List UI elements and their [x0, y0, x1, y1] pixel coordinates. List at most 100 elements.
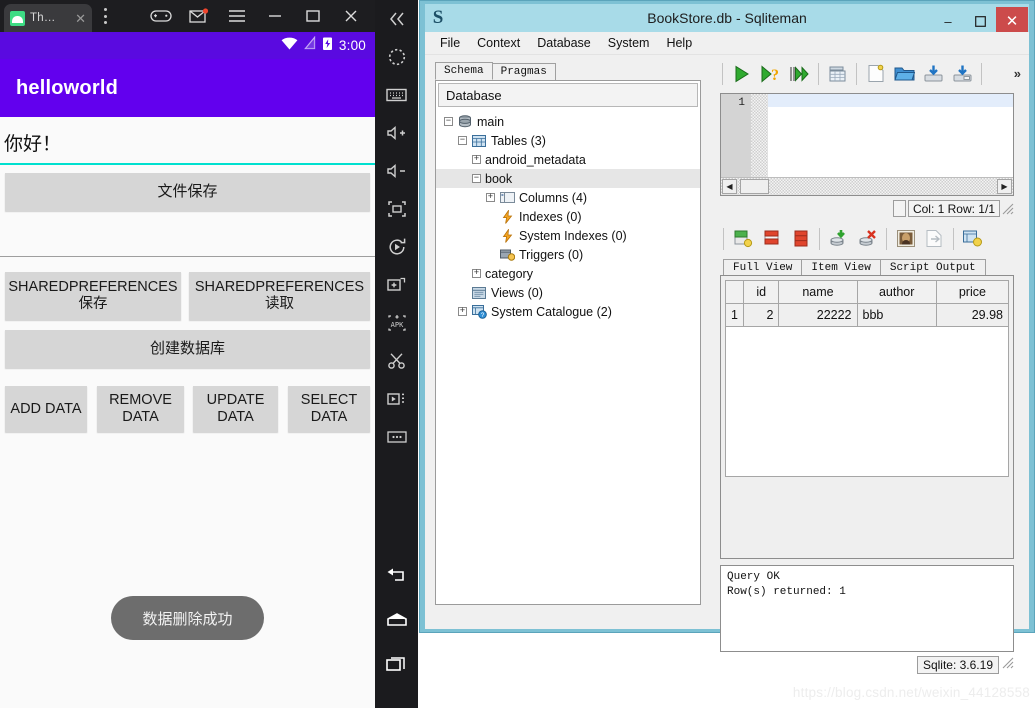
power-icon[interactable]	[375, 38, 418, 76]
file-save-button[interactable]: 文件保存	[5, 173, 370, 211]
column-header-price[interactable]: price	[935, 280, 1010, 304]
expander-icon[interactable]: +	[486, 193, 495, 202]
menu-file[interactable]: File	[432, 34, 468, 52]
column-header-id[interactable]: id	[742, 280, 780, 304]
insert-row-icon[interactable]	[729, 225, 756, 252]
remove-data-button[interactable]: REMOVE DATA	[97, 386, 184, 432]
update-data-button[interactable]: UPDATE DATA	[193, 386, 278, 432]
tree-item-android-metadata[interactable]: + android_metadata	[436, 150, 700, 169]
delete-row-icon[interactable]	[758, 225, 785, 252]
tree-item-main[interactable]: − main	[436, 112, 700, 131]
gamepad-icon[interactable]	[142, 0, 180, 32]
column-header-name[interactable]: name	[778, 280, 858, 304]
cell-price[interactable]: 29.98	[935, 303, 1010, 327]
tab-pragmas[interactable]: Pragmas	[491, 63, 556, 80]
tab-full-view[interactable]: Full View	[723, 259, 803, 276]
column-header-author[interactable]: author	[856, 280, 937, 304]
expander-icon[interactable]: +	[458, 307, 467, 316]
resize-grip-icon[interactable]	[1002, 202, 1014, 215]
export-data-icon[interactable]	[921, 225, 948, 252]
tree-item-book[interactable]: − book	[436, 169, 700, 188]
add-data-button[interactable]: ADD DATA	[5, 386, 87, 432]
scissors-icon[interactable]	[375, 342, 418, 380]
tree-item-views[interactable]: Views (0)	[436, 283, 700, 302]
volume-down-icon[interactable]	[375, 152, 418, 190]
expander-icon[interactable]: −	[472, 174, 481, 183]
emulator-tab[interactable]: Th… ✕	[4, 4, 92, 32]
cell-name[interactable]: 22222	[778, 303, 858, 327]
scroll-left-arrow[interactable]: ◀	[722, 179, 737, 194]
sql-editor[interactable]: 1 ◀ ▶	[720, 93, 1014, 196]
expander-icon[interactable]: +	[472, 269, 481, 278]
describe-table-icon[interactable]	[959, 225, 986, 252]
close-button[interactable]: ✕	[996, 7, 1028, 35]
expander-icon[interactable]: −	[458, 136, 467, 145]
tree-item-system-indexes[interactable]: System Indexes (0)	[436, 226, 700, 245]
tree-item-triggers[interactable]: Triggers (0)	[436, 245, 700, 264]
resize-grip-icon[interactable]	[1002, 656, 1014, 674]
tree-item-indexes[interactable]: Indexes (0)	[436, 207, 700, 226]
tree-item-category[interactable]: + category	[436, 264, 700, 283]
grid-corner[interactable]	[725, 280, 744, 304]
tab-schema[interactable]: Schema	[435, 62, 493, 80]
scroll-right-arrow[interactable]: ▶	[997, 179, 1012, 194]
result-grid[interactable]: id name author price 1 2 22222 bbb 29.98	[720, 275, 1014, 559]
tree-item-tables[interactable]: − Tables (3)	[436, 131, 700, 150]
create-table-icon[interactable]	[824, 60, 851, 87]
menu-context[interactable]: Context	[469, 34, 528, 52]
collapse-left-icon[interactable]	[375, 0, 418, 38]
run-sql-icon[interactable]	[728, 60, 755, 87]
truncate-table-icon[interactable]	[787, 225, 814, 252]
menu-database[interactable]: Database	[529, 34, 599, 52]
minimize-button[interactable]: –	[932, 7, 964, 35]
hamburger-icon[interactable]	[218, 0, 256, 32]
close-icon[interactable]: ✕	[75, 12, 86, 25]
tab-script-output[interactable]: Script Output	[879, 259, 986, 276]
tab-item-view[interactable]: Item View	[801, 259, 881, 276]
sharedpreferences-read-button[interactable]: SHAREDPREFERENCES 读取	[189, 272, 370, 320]
sqliteman-title-bar[interactable]: S BookStore.db - Sqliteman – ✕	[425, 4, 1029, 35]
volume-up-icon[interactable]	[375, 114, 418, 152]
run-explain-icon[interactable]: ?	[757, 60, 784, 87]
back-icon[interactable]	[375, 554, 418, 598]
blob-preview-icon[interactable]	[892, 225, 919, 252]
cell-author[interactable]: bbb	[856, 303, 937, 327]
maximize-button[interactable]	[964, 7, 996, 35]
tree-item-columns[interactable]: + Columns (4)	[436, 188, 700, 207]
maximize-button[interactable]	[294, 0, 332, 32]
menu-help[interactable]: Help	[658, 34, 700, 52]
more-icon[interactable]	[375, 418, 418, 456]
run-step-icon[interactable]	[786, 60, 813, 87]
edit-text-field[interactable]: 你好！	[0, 121, 375, 165]
tree-item-system-catalogue[interactable]: + ? System Catalogue (2)	[436, 302, 700, 321]
select-data-button[interactable]: SELECT DATA	[288, 386, 370, 432]
toolbar-overflow-button[interactable]: »	[1014, 66, 1021, 81]
keyboard-icon[interactable]	[375, 76, 418, 114]
scrollbar-thumb[interactable]	[740, 179, 769, 194]
message-icon[interactable]	[180, 0, 218, 32]
minimize-button[interactable]	[256, 0, 294, 32]
editor-horizontal-scrollbar[interactable]: ◀ ▶	[721, 177, 1013, 195]
screenshot-icon[interactable]	[375, 266, 418, 304]
import-db-icon[interactable]	[920, 60, 947, 87]
kebab-menu-icon[interactable]	[98, 8, 112, 24]
commit-icon[interactable]	[825, 225, 852, 252]
create-database-button[interactable]: 创建数据库	[5, 330, 370, 368]
export-db-icon[interactable]	[949, 60, 976, 87]
row-number[interactable]: 1	[725, 303, 744, 327]
table-row[interactable]: 1 2 22222 bbb 29.98	[725, 303, 1010, 327]
close-button[interactable]	[332, 0, 370, 32]
open-folder-icon[interactable]	[891, 60, 918, 87]
expander-icon[interactable]: −	[444, 117, 453, 126]
apk-install-icon[interactable]: APK	[375, 304, 418, 342]
recents-icon[interactable]	[375, 642, 418, 686]
menu-system[interactable]: System	[600, 34, 658, 52]
expander-icon[interactable]: +	[472, 155, 481, 164]
home-icon[interactable]	[375, 598, 418, 642]
rotate-icon[interactable]	[375, 228, 418, 266]
cell-id[interactable]: 2	[742, 303, 780, 327]
rotate-frame-icon[interactable]	[375, 190, 418, 228]
database-tree[interactable]: Database − main − Tables (3) + android_m…	[435, 80, 701, 605]
new-document-icon[interactable]	[862, 60, 889, 87]
rollback-icon[interactable]	[854, 225, 881, 252]
